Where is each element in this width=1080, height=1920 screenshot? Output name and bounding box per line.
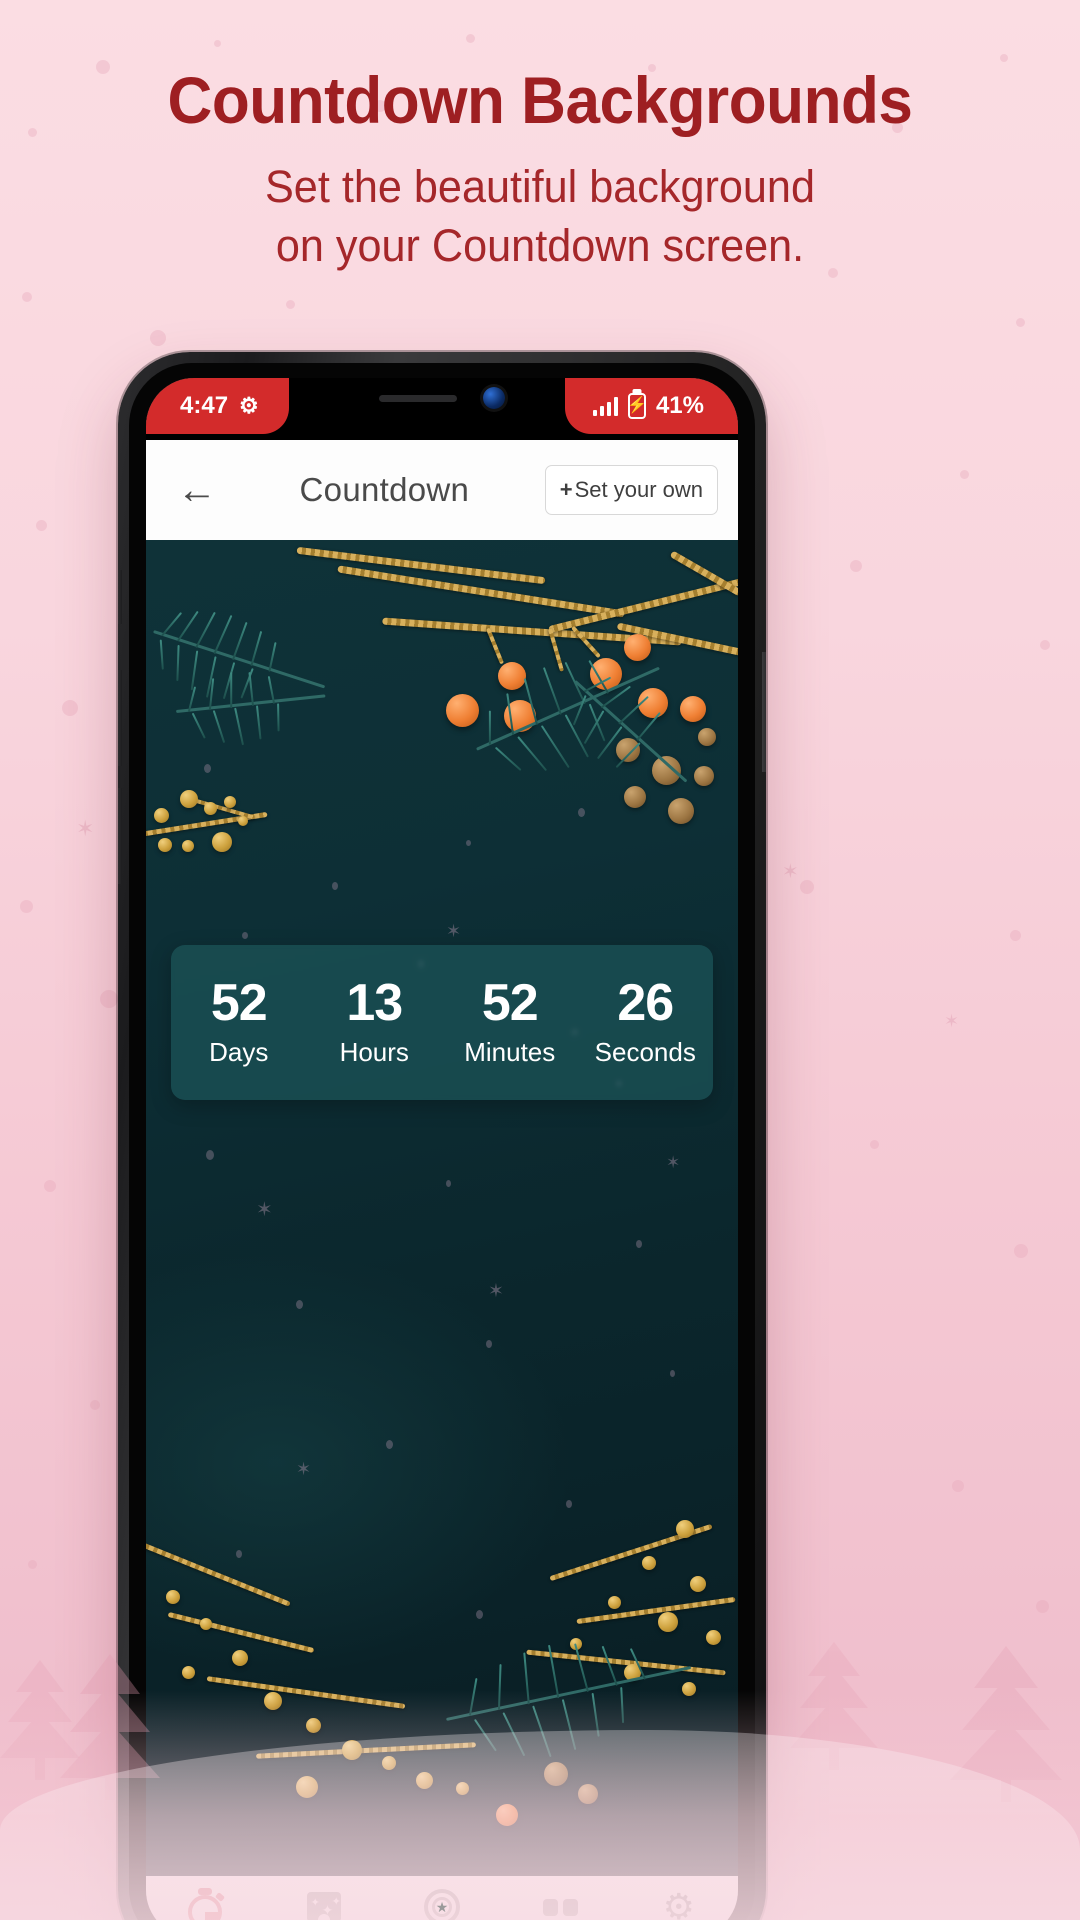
countdown-minutes-label: Minutes (464, 1037, 556, 1067)
countdown-hours-label: Hours (339, 1037, 409, 1067)
countdown-unit-days: 52 Days (171, 977, 307, 1068)
countdown-seconds-label: Seconds (594, 1037, 696, 1067)
plus-icon: + (559, 477, 573, 502)
phone-button-power (762, 652, 766, 772)
countdown-unit-minutes: 52 Minutes (442, 977, 578, 1068)
phone-screen: 4:47 ⚙ ⚡ 41% ← Countdown +Set your own ✶… (146, 378, 738, 1920)
status-bar-right: ⚡ 41% (564, 378, 738, 434)
status-bar: 4:47 ⚙ ⚡ 41% (146, 378, 738, 440)
signal-bars-icon (592, 396, 618, 416)
countdown-hours-value: 13 (346, 974, 403, 1032)
countdown-days-label: Days (209, 1037, 269, 1067)
promo-screenshot: ✶ ✶ ✶ Countdown Backgrounds Set the beau… (0, 0, 1080, 1920)
set-your-own-button[interactable]: +Set your own (544, 465, 718, 515)
countdown-unit-seconds: 26 Seconds (578, 977, 714, 1068)
battery-charging-icon: ⚡ (627, 393, 647, 419)
tree-silhouette (0, 1660, 80, 1780)
countdown-days-value: 52 (210, 974, 268, 1032)
page-subtitle-line-1: Set the beautiful background (264, 161, 815, 212)
phone-notch (347, 378, 537, 418)
app-header-bar: ← Countdown +Set your own (146, 440, 738, 540)
countdown-seconds-value: 26 (617, 974, 674, 1032)
countdown-minutes-value: 52 (481, 974, 539, 1032)
page-title: Countdown Backgrounds (167, 63, 913, 137)
front-camera-icon (483, 387, 505, 409)
page-subtitle-line-2: on your Countdown screen. (275, 220, 805, 272)
page-subtitle: Set the beautiful background on your Cou… (22, 157, 1059, 276)
earpiece-speaker (379, 394, 457, 402)
battery-percent: 41% (655, 392, 704, 419)
status-bar-left: 4:47 ⚙ (146, 378, 289, 434)
phone-mockup: 4:47 ⚙ ⚡ 41% ← Countdown +Set your own ✶… (118, 352, 766, 1920)
back-arrow-icon[interactable]: ← (170, 463, 224, 517)
set-your-own-label: Set your own (574, 477, 703, 502)
phone-button-volume-down (118, 788, 122, 884)
status-time: 4:47 (180, 392, 229, 419)
app-title: Countdown (299, 471, 470, 508)
countdown-card: 52 Days 13 Hours 52 Minutes 26 Seconds (171, 945, 713, 1100)
phone-button-mute (118, 570, 122, 624)
countdown-wallpaper: ✶ ✶ ✶ ✶ ✶ ✶ 52 Days 13 Hours (146, 540, 738, 1920)
gear-icon: ⚙ (239, 393, 259, 418)
countdown-unit-hours: 13 Hours (307, 977, 443, 1068)
phone-button-volume-up (118, 670, 122, 766)
